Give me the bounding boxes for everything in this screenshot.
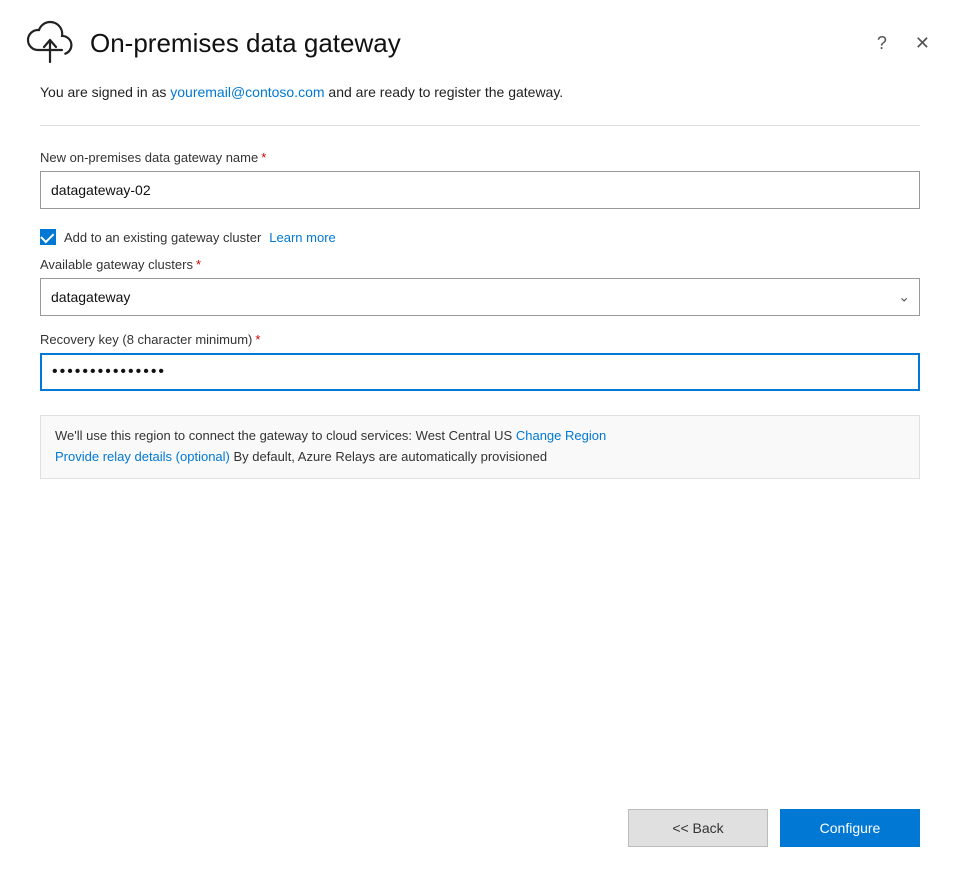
- info-box: We'll use this region to connect the gat…: [40, 415, 920, 479]
- add-to-cluster-checkbox[interactable]: [40, 229, 56, 245]
- provide-relay-link[interactable]: Provide relay details (optional): [55, 449, 230, 464]
- recovery-key-label: Recovery key (8 character minimum)*: [40, 332, 920, 347]
- footer-buttons: << Back Configure: [0, 809, 960, 887]
- checkbox-label: Add to an existing gateway cluster: [64, 230, 261, 245]
- help-button[interactable]: ?: [871, 32, 893, 54]
- back-button[interactable]: << Back: [628, 809, 768, 847]
- dialog-header: On-premises data gateway ? ✕: [0, 0, 960, 68]
- gateway-name-input[interactable]: [40, 171, 920, 209]
- recovery-key-input[interactable]: [40, 353, 920, 391]
- dialog-body: You are signed in as youremail@contoso.c…: [0, 68, 960, 809]
- dialog-title: On-premises data gateway: [90, 28, 401, 59]
- dialog-title-area: On-premises data gateway: [24, 18, 401, 68]
- close-button[interactable]: ✕: [909, 32, 936, 54]
- cluster-select-wrapper: datagateway ⌄: [40, 278, 920, 316]
- dialog-controls: ? ✕: [871, 32, 936, 54]
- cloud-upload-icon: [24, 18, 76, 68]
- recovery-key-group: Recovery key (8 character minimum)*: [40, 332, 920, 391]
- change-region-link[interactable]: Change Region: [516, 428, 606, 443]
- cluster-group: Available gateway clusters* datagateway …: [40, 257, 920, 316]
- cluster-required-star: *: [196, 257, 201, 272]
- signed-in-text: You are signed in as youremail@contoso.c…: [40, 82, 920, 103]
- recovery-required-star: *: [255, 332, 260, 347]
- gateway-name-label: New on-premises data gateway name*: [40, 150, 920, 165]
- checkbox-row: Add to an existing gateway cluster Learn…: [40, 229, 920, 245]
- learn-more-link[interactable]: Learn more: [269, 230, 335, 245]
- configure-button[interactable]: Configure: [780, 809, 920, 847]
- gateway-name-group: New on-premises data gateway name*: [40, 150, 920, 209]
- user-email: youremail@contoso.com: [170, 84, 324, 100]
- cluster-label: Available gateway clusters*: [40, 257, 920, 272]
- section-divider: [40, 125, 920, 126]
- required-star: *: [261, 150, 266, 165]
- cluster-select[interactable]: datagateway: [40, 278, 920, 316]
- dialog: On-premises data gateway ? ✕ You are sig…: [0, 0, 960, 887]
